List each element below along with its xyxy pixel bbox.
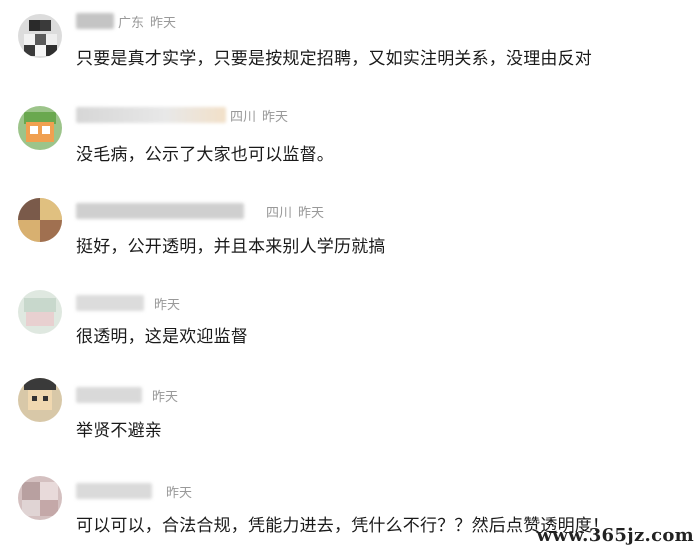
username-blurred[interactable] <box>76 483 152 499</box>
comment-text: 很透明，这是欢迎监督 <box>76 327 248 347</box>
comment-time: 昨天 <box>152 390 179 405</box>
comment-time: 昨天 <box>298 206 325 221</box>
username-blurred[interactable] <box>76 295 144 311</box>
username-blurred[interactable] <box>76 107 226 123</box>
comment-meta: 四川 昨天 <box>266 202 324 221</box>
comment-text: 举贤不避亲 <box>76 421 162 441</box>
comment-time: 昨天 <box>166 486 193 501</box>
comment-time: 昨天 <box>262 110 289 125</box>
comment-meta: 昨天 <box>148 294 180 313</box>
comment-region: 四川 <box>266 206 293 221</box>
comment-text: 挺好，公开透明，并且本来别人学历就搞 <box>76 237 386 257</box>
site-watermark: www.365jz.com <box>536 525 694 546</box>
comment-text: 只要是真才实学，只要是按规定招聘，又如实注明关系，没理由反对 <box>76 49 592 69</box>
comment-text: 没毛病，公示了大家也可以监督。 <box>76 145 334 165</box>
comment-meta: 四川 昨天 <box>230 106 288 125</box>
user-avatar[interactable] <box>18 106 62 150</box>
username-blurred[interactable] <box>76 387 142 403</box>
user-avatar[interactable] <box>18 198 62 242</box>
comment-time: 昨天 <box>154 298 181 313</box>
user-avatar[interactable] <box>18 378 62 422</box>
user-avatar[interactable] <box>18 290 62 334</box>
comment-region: 四川 <box>230 110 257 125</box>
comment-meta: 昨天 <box>160 482 192 501</box>
comment-region: 广东 <box>118 16 145 31</box>
username-blurred[interactable] <box>76 13 114 29</box>
user-avatar[interactable] <box>18 476 62 520</box>
username-blurred[interactable] <box>76 203 244 219</box>
comment-text: 可以可以，合法合规，凭能力进去，凭什么不行？？然后点赞透明度！ <box>76 516 610 536</box>
comment-meta: 广东 昨天 <box>118 12 176 31</box>
comment-meta: 昨天 <box>146 386 178 405</box>
user-avatar[interactable] <box>18 14 62 58</box>
comment-time: 昨天 <box>150 16 177 31</box>
